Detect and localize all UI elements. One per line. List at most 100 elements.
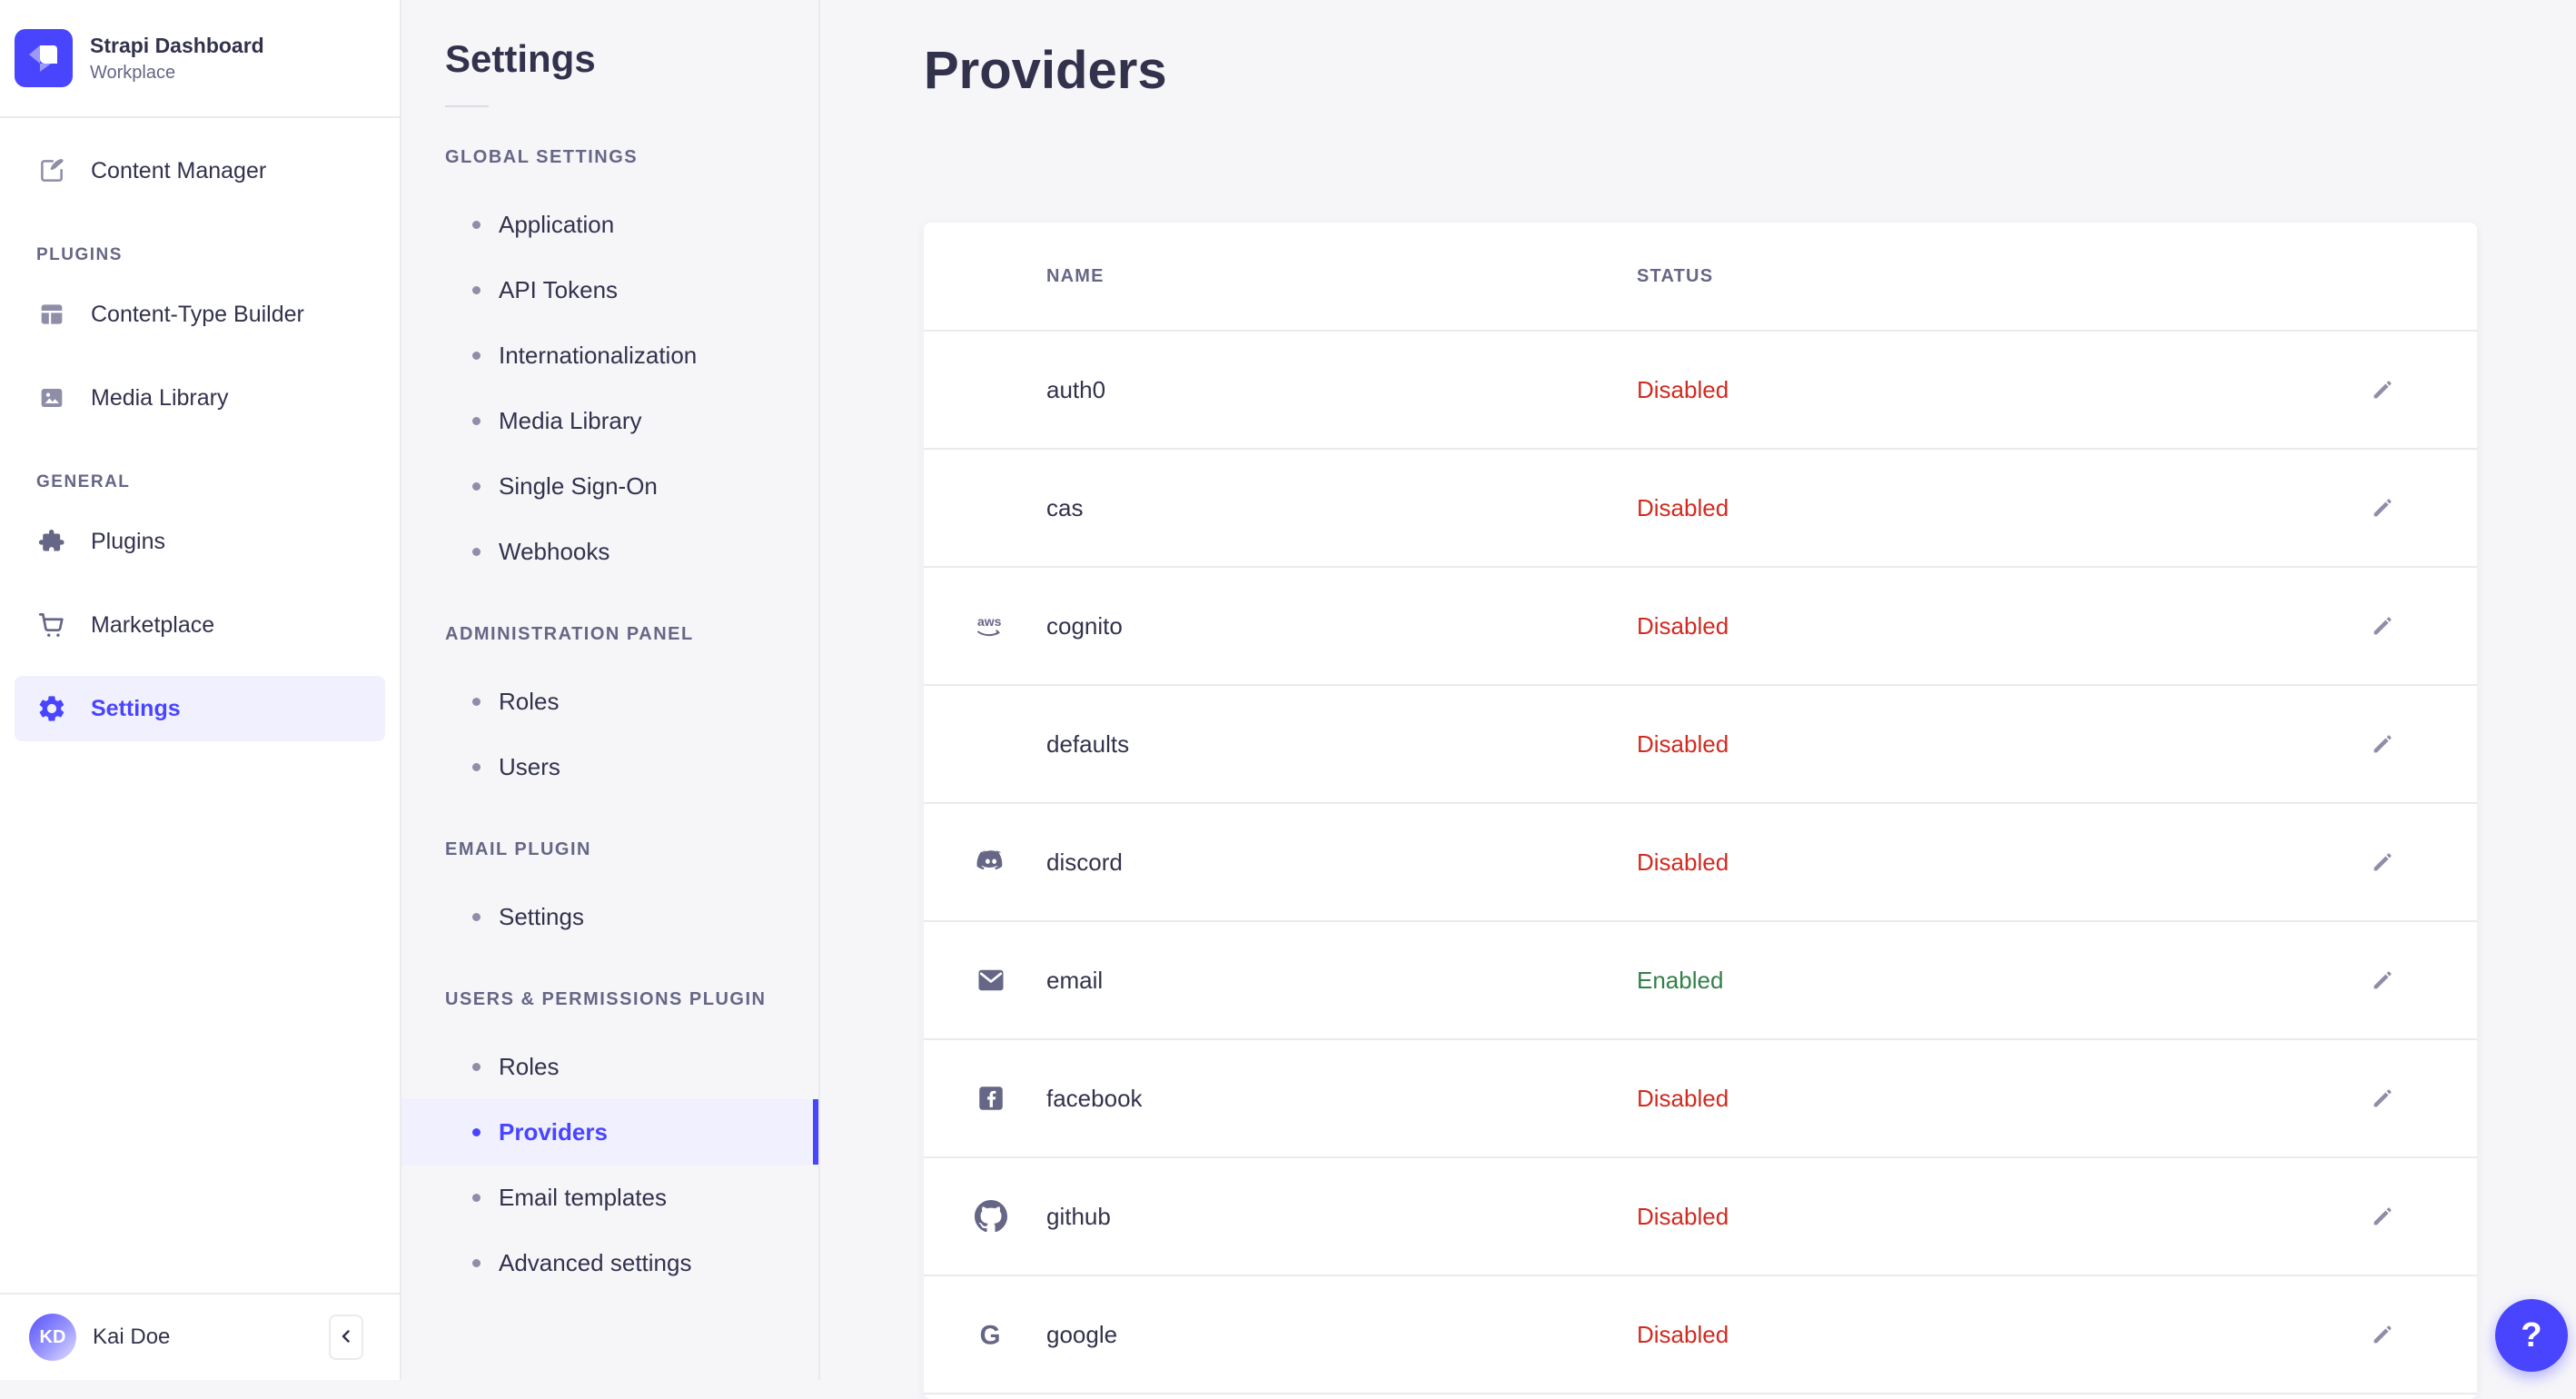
sidebar-item-settings[interactable]: Settings bbox=[15, 676, 385, 741]
edit-provider-button[interactable] bbox=[2363, 488, 2403, 528]
svg-text:aws: aws bbox=[977, 614, 1002, 629]
provider-name: defaults bbox=[1046, 729, 1130, 758]
subnav-item-label: Advanced settings bbox=[499, 1248, 692, 1276]
subnav-item-up-roles[interactable]: Roles bbox=[401, 1034, 818, 1099]
sidebar-collapse-button[interactable] bbox=[329, 1315, 363, 1360]
edit-pencil-icon bbox=[2373, 1089, 2392, 1107]
edit-provider-button[interactable] bbox=[2363, 1078, 2403, 1118]
table-row: cas Disabled bbox=[924, 450, 2477, 568]
bullet-icon bbox=[472, 697, 481, 706]
edit-provider-button[interactable] bbox=[2363, 960, 2403, 1000]
email-icon bbox=[973, 962, 1009, 998]
table-row: defaults Disabled bbox=[924, 686, 2477, 804]
status-text: Disabled bbox=[1637, 611, 1729, 640]
bullet-icon bbox=[472, 1127, 481, 1136]
sidebar-section-general: GENERAL bbox=[36, 472, 131, 491]
sidebar-nav: Content Manager PLUGINS Content-Type Bui… bbox=[0, 118, 400, 1293]
provider-name: google bbox=[1046, 1320, 1118, 1348]
discord-icon bbox=[973, 844, 1009, 880]
main-sidebar: Strapi Dashboard Workplace Content Manag… bbox=[0, 0, 401, 1380]
bullet-icon bbox=[472, 416, 481, 425]
edit-pencil-icon bbox=[2373, 853, 2392, 871]
strapi-logo bbox=[15, 29, 73, 87]
edit-provider-button[interactable] bbox=[2363, 606, 2403, 646]
bullet-icon bbox=[472, 285, 481, 294]
table-row: github Disabled bbox=[924, 1158, 2477, 1276]
subnav-item-label: Internationalization bbox=[499, 341, 698, 369]
sidebar-item-label: Settings bbox=[91, 695, 181, 721]
edit-provider-button[interactable] bbox=[2363, 724, 2403, 764]
edit-provider-button[interactable] bbox=[2363, 370, 2403, 410]
subnav-group-global-settings: GLOBAL SETTINGS bbox=[445, 147, 639, 167]
table-row: email Enabled bbox=[924, 922, 2477, 1040]
subnav-item-email-templates[interactable]: Email templates bbox=[401, 1165, 818, 1230]
svg-text:G: G bbox=[980, 1320, 1001, 1350]
subnav-item-internationalization[interactable]: Internationalization bbox=[401, 322, 818, 388]
status-text: Disabled bbox=[1637, 1202, 1729, 1230]
table-row: aws cognito Disabled bbox=[924, 568, 2477, 686]
bullet-icon bbox=[472, 547, 481, 556]
subnav-item-api-tokens[interactable]: API Tokens bbox=[401, 257, 818, 322]
content-type-builder-icon bbox=[36, 299, 67, 330]
edit-pencil-icon bbox=[2373, 1325, 2392, 1344]
subnav-item-admin-users[interactable]: Users bbox=[401, 734, 818, 799]
subnav-item-label: Providers bbox=[499, 1117, 608, 1146]
status-text: Disabled bbox=[1637, 729, 1729, 758]
sidebar-item-label: Content Manager bbox=[91, 157, 267, 184]
status-text: Disabled bbox=[1637, 493, 1729, 521]
user-name: Kai Doe bbox=[93, 1325, 171, 1349]
subnav-group-administration-panel: ADMINISTRATION PANEL bbox=[445, 624, 694, 644]
bullet-icon bbox=[472, 1258, 481, 1267]
subnav-item-advanced-settings[interactable]: Advanced settings bbox=[401, 1230, 818, 1295]
provider-icon-slot bbox=[973, 726, 1009, 762]
sidebar-item-content-manager[interactable]: Content Manager bbox=[15, 138, 385, 203]
workspace-title: Strapi Dashboard bbox=[90, 33, 264, 57]
sidebar-item-label: Plugins bbox=[91, 528, 165, 554]
sidebar-item-marketplace[interactable]: Marketplace bbox=[15, 592, 385, 658]
subnav-item-label: Email templates bbox=[499, 1183, 667, 1211]
edit-provider-button[interactable] bbox=[2363, 842, 2403, 882]
page-title: Providers bbox=[924, 41, 1167, 100]
settings-subnav: Settings GLOBAL SETTINGS Application API… bbox=[401, 0, 820, 1380]
sidebar-item-plugins[interactable]: Plugins bbox=[15, 509, 385, 574]
subnav-item-email-settings[interactable]: Settings bbox=[401, 884, 818, 949]
provider-name: github bbox=[1046, 1202, 1111, 1230]
subnav-item-application[interactable]: Application bbox=[401, 192, 818, 257]
bullet-icon bbox=[472, 351, 481, 360]
facebook-icon bbox=[973, 1080, 1009, 1116]
subnav-item-single-sign-on[interactable]: Single Sign-On bbox=[401, 453, 818, 519]
edit-provider-button[interactable] bbox=[2363, 1315, 2403, 1354]
bullet-icon bbox=[472, 762, 481, 771]
edit-pencil-icon bbox=[2373, 735, 2392, 753]
bullet-icon bbox=[472, 912, 481, 921]
edit-pencil-icon bbox=[2373, 499, 2392, 517]
sidebar-item-label: Content-Type Builder bbox=[91, 301, 304, 327]
subnav-item-webhooks[interactable]: Webhooks bbox=[401, 519, 818, 584]
bullet-icon bbox=[472, 220, 481, 229]
column-header-name: NAME bbox=[1046, 265, 1105, 286]
sidebar-item-content-type-builder[interactable]: Content-Type Builder bbox=[15, 282, 385, 347]
provider-name: auth0 bbox=[1046, 375, 1106, 403]
subnav-item-media-library[interactable]: Media Library bbox=[401, 388, 818, 453]
edit-provider-button[interactable] bbox=[2363, 1196, 2403, 1236]
subnav-title: Settings bbox=[445, 37, 596, 80]
sidebar-item-media-library[interactable]: Media Library bbox=[15, 365, 385, 431]
subnav-item-label: Roles bbox=[499, 687, 560, 715]
subnav-item-label: Settings bbox=[499, 902, 584, 930]
edit-pencil-icon bbox=[2373, 617, 2392, 635]
subnav-group-users-permissions-plugin: USERS & PERMISSIONS PLUGIN bbox=[445, 989, 767, 1009]
subnav-item-label: Users bbox=[499, 752, 560, 780]
subnav-item-label: Roles bbox=[499, 1052, 560, 1080]
provider-name: cognito bbox=[1046, 611, 1123, 640]
workspace-brand[interactable]: Strapi Dashboard Workplace bbox=[0, 0, 400, 118]
subnav-item-providers[interactable]: Providers bbox=[401, 1099, 818, 1165]
provider-name: discord bbox=[1046, 848, 1123, 876]
subnav-item-admin-roles[interactable]: Roles bbox=[401, 669, 818, 734]
content-manager-icon bbox=[36, 155, 67, 186]
user-panel: KD Kai Doe bbox=[0, 1293, 400, 1380]
avatar: KD bbox=[29, 1314, 76, 1361]
help-button[interactable]: ? bbox=[2495, 1299, 2568, 1372]
column-header-status: STATUS bbox=[1637, 265, 1714, 286]
table-row: facebook Disabled bbox=[924, 1040, 2477, 1158]
status-text: Disabled bbox=[1637, 375, 1729, 403]
